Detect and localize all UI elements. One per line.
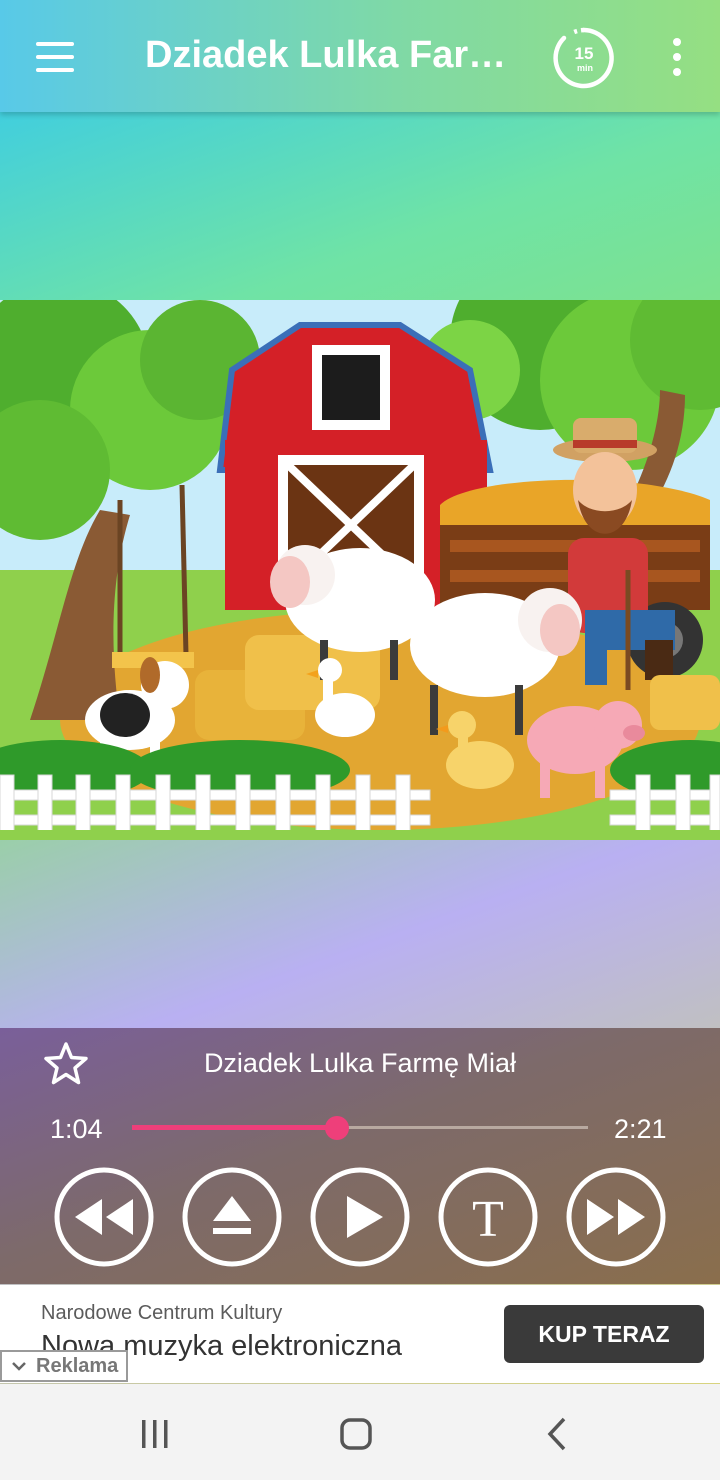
- home-icon: [340, 1418, 372, 1450]
- lyrics-letter: T: [472, 1191, 504, 1248]
- menu-button[interactable]: [26, 30, 86, 82]
- timer-icon: 15 min: [553, 27, 614, 89]
- rewind-button[interactable]: [53, 1166, 155, 1268]
- play-button[interactable]: [309, 1166, 411, 1268]
- star-outline-icon: [44, 1042, 88, 1085]
- recent-apps-button[interactable]: [133, 1412, 177, 1456]
- ad-label[interactable]: Reklama: [0, 1350, 128, 1382]
- track-title: Dziadek Lulka Farmę Miał: [203, 1048, 517, 1078]
- favorite-button[interactable]: [42, 1040, 90, 1088]
- more-options-button[interactable]: [660, 34, 694, 80]
- rewind-icon: [54, 1167, 154, 1267]
- seek-bar[interactable]: [132, 1116, 588, 1140]
- app-bar: Dziadek Lulka Far… 15 min: [0, 0, 720, 112]
- recent-apps-icon: [142, 1420, 168, 1448]
- eject-button[interactable]: [181, 1166, 283, 1268]
- seek-thumb[interactable]: [325, 1116, 349, 1140]
- ad-label-text: Reklama: [36, 1355, 119, 1377]
- lyrics-button[interactable]: T: [437, 1166, 539, 1268]
- lyrics-icon: T: [438, 1167, 538, 1267]
- sleep-timer-button[interactable]: 15 min: [552, 26, 616, 90]
- back-button[interactable]: [536, 1412, 580, 1456]
- back-icon: [547, 1417, 566, 1451]
- chevron-down-icon: [12, 1362, 26, 1371]
- farm-illustration: [0, 300, 720, 840]
- album-artwork: [0, 300, 720, 840]
- play-icon: [310, 1167, 410, 1267]
- hamburger-icon-line: [36, 68, 74, 72]
- page-title: Dziadek Lulka Far…: [145, 34, 507, 76]
- home-button[interactable]: [334, 1412, 378, 1456]
- ad-advertiser: Narodowe Centrum Kultury: [41, 1302, 283, 1324]
- more-dot: [673, 68, 681, 76]
- more-dot: [673, 38, 681, 46]
- hamburger-icon-line: [36, 55, 74, 59]
- fast-forward-button[interactable]: [565, 1166, 667, 1268]
- more-dot: [673, 53, 681, 61]
- hamburger-icon-line: [36, 42, 74, 46]
- timer-value: 15: [575, 44, 594, 63]
- eject-icon: [182, 1167, 282, 1267]
- fast-forward-icon: [566, 1167, 666, 1267]
- total-time: 2:21: [614, 1114, 667, 1144]
- elapsed-time: 1:04: [50, 1114, 103, 1144]
- timer-unit: min: [577, 63, 593, 73]
- seek-progress: [132, 1125, 337, 1130]
- ad-cta-button[interactable]: KUP TERAZ: [504, 1305, 704, 1363]
